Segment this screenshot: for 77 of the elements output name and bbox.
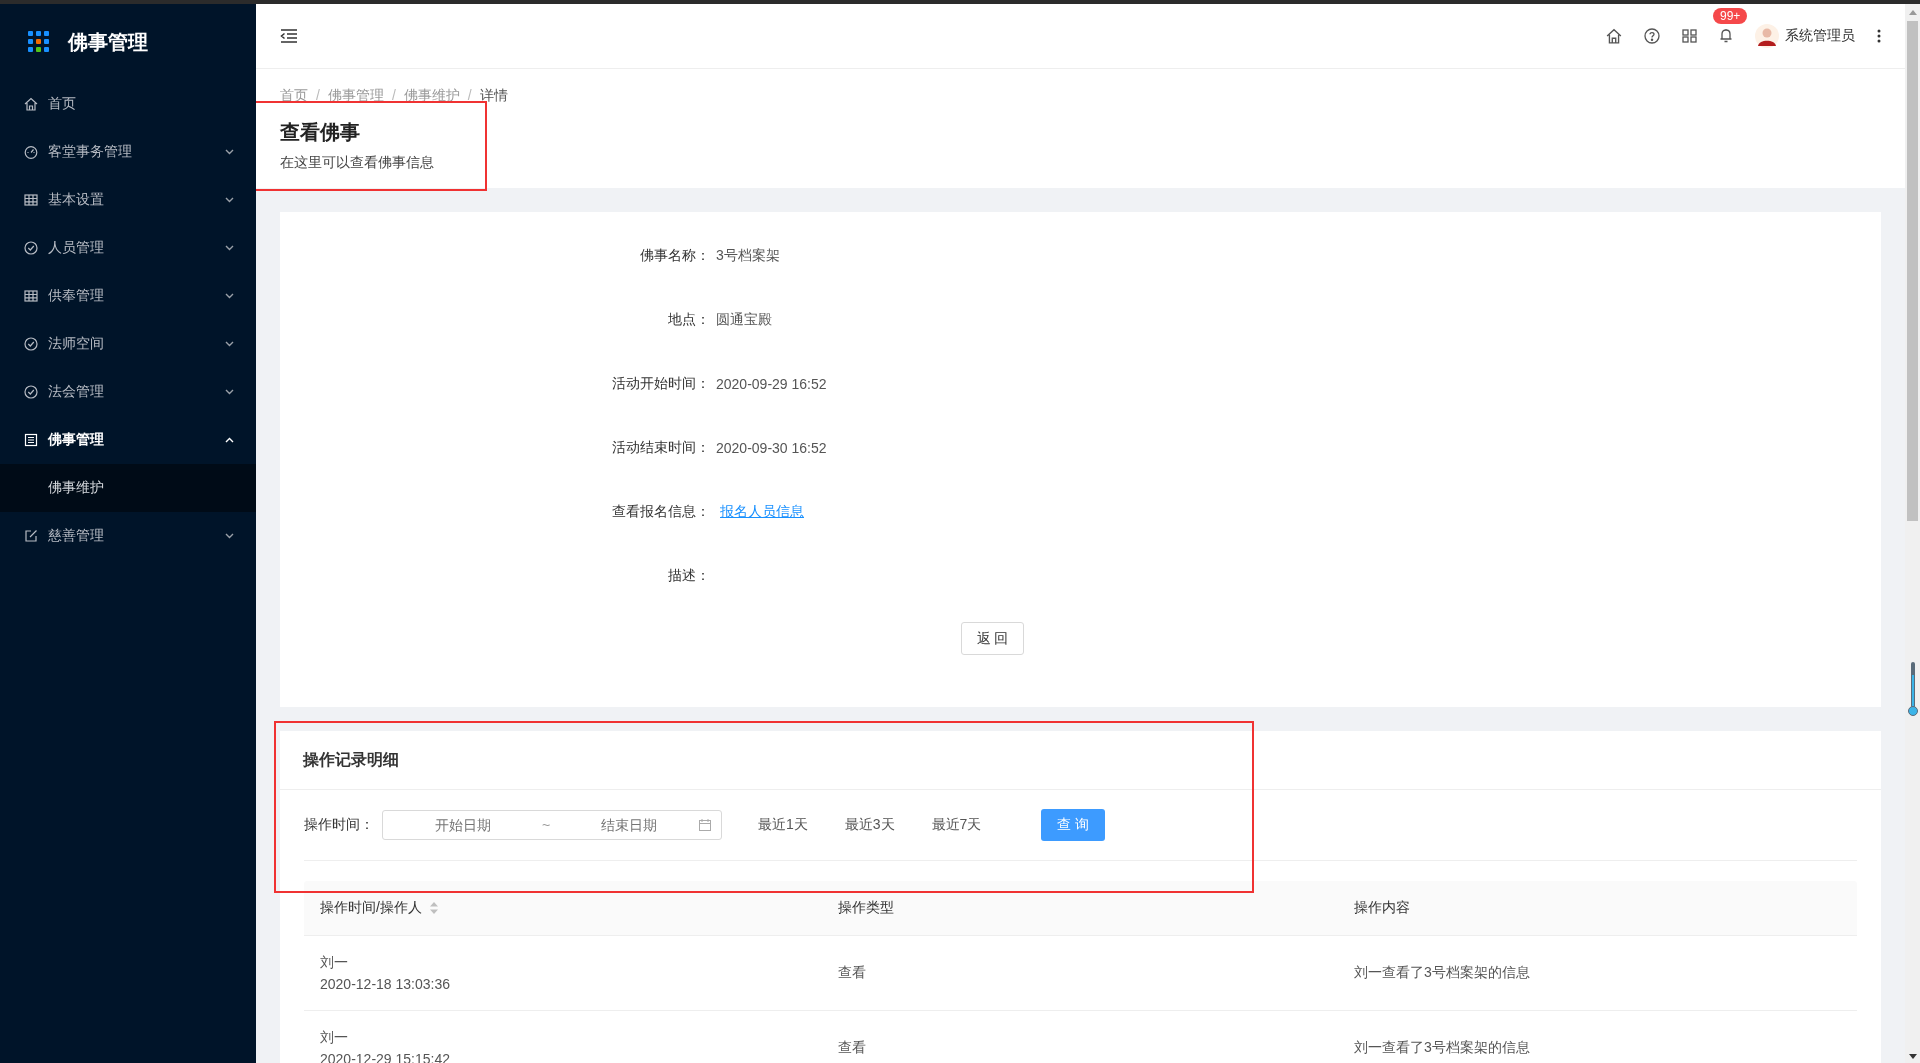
- chevron-down-icon: [225, 533, 234, 539]
- table-cell: 查看: [838, 964, 866, 980]
- bell-icon[interactable]: [1719, 28, 1733, 44]
- breadcrumb-item: 详情: [479, 87, 508, 105]
- edit-icon: [24, 529, 38, 543]
- filter-label: 操作时间：: [304, 816, 375, 834]
- table-cell: 刘一查看了3号档案架的信息: [1354, 964, 1530, 980]
- scroll-down-icon[interactable]: [1908, 1054, 1917, 1059]
- operator-name: 刘一: [320, 1029, 349, 1047]
- sidebar-subitem[interactable]: 佛事维护: [0, 464, 256, 512]
- scrollbar[interactable]: [1905, 4, 1920, 1063]
- operator-name: 刘一: [320, 954, 349, 972]
- sidebar-item[interactable]: 佛事管理: [0, 416, 256, 464]
- field-value: 3号档案架: [716, 247, 781, 265]
- back-button[interactable]: 返 回: [960, 622, 1025, 655]
- column-header: 操作时间/操作人: [320, 899, 422, 917]
- avatar: [1755, 24, 1779, 48]
- chevron-down-icon: [225, 149, 234, 155]
- quick-range-link[interactable]: 最近7天: [931, 816, 982, 834]
- field-label: 地点：: [667, 311, 710, 329]
- page-subtitle: 在这里可以查看佛事信息: [280, 154, 435, 172]
- breadcrumb-separator: /: [316, 87, 320, 105]
- field-value: 2020-09-30 16:52: [716, 440, 828, 456]
- operation-time: 2020-12-18 13:03:36: [320, 976, 451, 992]
- breadcrumb-separator: /: [391, 87, 396, 105]
- sidebar-item[interactable]: 法师空间: [0, 320, 256, 368]
- check-circle-icon: [24, 241, 38, 255]
- field-label: 查看报名信息：: [611, 503, 710, 521]
- list-icon: [24, 433, 38, 447]
- sidebar-item[interactable]: 供奉管理: [0, 272, 256, 320]
- end-date-input[interactable]: 结束日期: [558, 816, 699, 834]
- chevron-down-icon: [225, 293, 234, 299]
- field-label: 佛事名称：: [639, 247, 710, 265]
- section-title: 操作记录明细: [280, 731, 1881, 790]
- field-label: 描述：: [667, 567, 710, 585]
- more-icon[interactable]: [1877, 29, 1881, 43]
- page-title: 查看佛事: [280, 120, 361, 145]
- check-circle-icon: [24, 385, 38, 399]
- chevron-down-icon: [225, 341, 234, 347]
- field-label: 活动结束时间：: [611, 439, 710, 457]
- sidebar-item[interactable]: 法会管理: [0, 368, 256, 416]
- breadcrumb-separator: /: [467, 87, 472, 105]
- chevron-down-icon: [225, 197, 234, 203]
- start-date-input[interactable]: 开始日期: [393, 816, 534, 834]
- table-cell: 刘一查看了3号档案架的信息: [1354, 1039, 1530, 1055]
- field-value: 2020-09-29 16:52: [716, 376, 828, 392]
- column-header: 操作内容: [1354, 899, 1410, 917]
- table-icon: [24, 289, 38, 303]
- chevron-down-icon: [225, 245, 234, 251]
- collapse-menu-icon[interactable]: [280, 29, 298, 43]
- apps-icon[interactable]: [1682, 29, 1697, 43]
- sidebar-item[interactable]: 基本设置: [0, 176, 256, 224]
- column-header: 操作类型: [838, 899, 894, 917]
- user-name[interactable]: 系统管理员: [1785, 27, 1855, 45]
- sidebar-item[interactable]: 人员管理: [0, 224, 256, 272]
- home-icon: [24, 97, 38, 111]
- quick-range-link[interactable]: 最近3天: [844, 816, 895, 834]
- gauge-icon: [24, 145, 38, 159]
- calendar-icon: [699, 819, 711, 831]
- home-icon[interactable]: [1606, 28, 1622, 44]
- check-circle-icon: [24, 337, 38, 351]
- help-icon[interactable]: [1644, 28, 1660, 44]
- thermometer-icon: [1907, 661, 1918, 717]
- notification-badge: 99+: [1713, 8, 1748, 24]
- app-title: 佛事管理: [68, 29, 148, 55]
- sidebar-item[interactable]: 客堂事务管理: [0, 128, 256, 176]
- chevron-up-icon: [225, 437, 234, 443]
- table-cell: 查看: [838, 1039, 866, 1055]
- chevron-down-icon: [225, 389, 234, 395]
- logo-icon: [28, 31, 50, 53]
- field-label: 活动开始时间：: [611, 375, 710, 393]
- range-separator: ~: [540, 817, 552, 833]
- field-value: 圆通宝殿: [716, 311, 773, 329]
- sidebar-item[interactable]: 慈善管理: [0, 512, 256, 560]
- quick-range-link[interactable]: 最近1天: [758, 816, 808, 834]
- table-icon: [24, 193, 38, 207]
- sidebar-item[interactable]: 首页: [0, 80, 256, 128]
